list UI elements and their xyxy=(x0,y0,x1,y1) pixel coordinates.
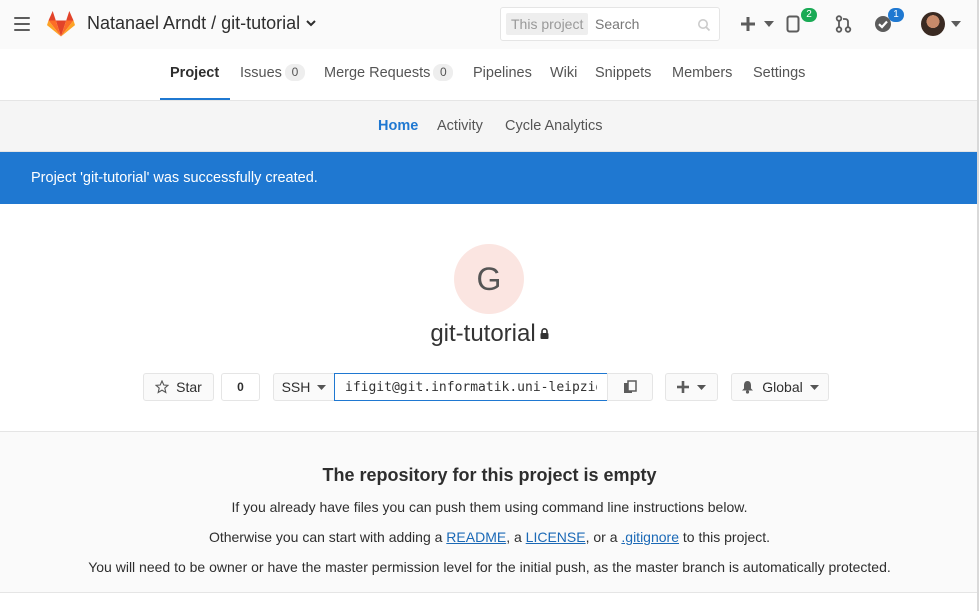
clone-protocol-dropdown[interactable]: SSH xyxy=(273,373,335,401)
star-count[interactable]: 0 xyxy=(221,373,260,401)
merge-requests-count: 0 xyxy=(433,64,454,81)
copy-url-button[interactable] xyxy=(607,373,653,401)
notification-dropdown[interactable]: Global xyxy=(731,373,829,401)
bell-icon xyxy=(742,381,754,394)
chevron-down-icon xyxy=(306,20,316,27)
issues-count: 0 xyxy=(284,64,305,81)
tab-snippets[interactable]: Snippets xyxy=(595,49,651,101)
star-icon xyxy=(155,380,170,394)
tab-issues-label: Issues xyxy=(240,65,282,81)
user-menu[interactable] xyxy=(921,12,961,36)
chevron-down-icon xyxy=(697,384,706,390)
tab-wiki[interactable]: Wiki xyxy=(550,49,577,101)
chevron-down-icon xyxy=(951,21,961,27)
project-nav: Project Issues 0 Merge Requests 0 Pipeline… xyxy=(0,49,979,101)
chevron-down-icon xyxy=(809,384,819,390)
line2-suffix: to this project. xyxy=(678,529,771,545)
hamburger-icon[interactable] xyxy=(14,17,30,31)
star-label: Star xyxy=(176,379,202,395)
tab-project[interactable]: Project xyxy=(170,49,219,101)
star-button[interactable]: Star xyxy=(143,373,214,401)
license-link[interactable]: LICENSE xyxy=(526,529,586,545)
issues-icon xyxy=(786,15,800,33)
project-title-dropdown[interactable]: Natanael Arndt / git-tutorial xyxy=(87,13,316,34)
chevron-down-icon xyxy=(764,21,774,27)
plus-icon xyxy=(741,17,755,31)
readme-link[interactable]: README xyxy=(446,529,506,545)
clone-protocol-label: SSH xyxy=(281,379,311,395)
search-box[interactable]: This project xyxy=(500,7,720,41)
breadcrumb-title: Natanael Arndt / git-tutorial xyxy=(87,13,301,33)
todos-count-badge: 1 xyxy=(888,8,904,22)
flash-notice: Project 'git-tutorial' was successfully … xyxy=(0,152,979,204)
subtab-home[interactable]: Home xyxy=(378,101,418,151)
search-input[interactable] xyxy=(595,13,695,35)
add-file-dropdown[interactable] xyxy=(665,373,718,401)
empty-repo-line-3: You will need to be owner or have the ma… xyxy=(88,559,891,575)
subtab-activity[interactable]: Activity xyxy=(437,101,483,151)
gitlab-logo[interactable] xyxy=(47,10,75,37)
issues-link[interactable]: 2 xyxy=(786,8,817,36)
tab-merge-requests[interactable]: Merge Requests 0 xyxy=(324,49,454,101)
search-scope-badge[interactable]: This project xyxy=(506,13,589,35)
empty-repo-heading: The repository for this project is empty xyxy=(322,465,657,485)
search-icon xyxy=(698,19,711,32)
merge-request-icon xyxy=(835,15,852,33)
tab-merge-requests-label: Merge Requests xyxy=(324,65,431,81)
project-name: git-tutorial xyxy=(430,320,536,347)
lock-icon xyxy=(540,328,549,339)
clipboard-icon xyxy=(624,380,637,393)
top-header: Natanael Arndt / git-tutorial This proje… xyxy=(0,0,979,49)
clone-url-input[interactable] xyxy=(334,373,608,401)
notification-level-label: Global xyxy=(762,379,803,395)
page-bottom xyxy=(0,593,979,611)
project-avatar: G xyxy=(454,244,524,314)
plus-icon xyxy=(677,381,689,393)
new-dropdown[interactable] xyxy=(740,12,774,36)
flash-message: Project 'git-tutorial' was successfully … xyxy=(31,170,318,186)
line2-prefix: Otherwise you can start with adding a xyxy=(208,529,447,545)
empty-repo-panel: The repository for this project is empty… xyxy=(0,431,979,593)
subtab-cycle-analytics[interactable]: Cycle Analytics xyxy=(505,101,603,151)
sub-nav: Home Activity Cycle Analytics xyxy=(0,101,979,152)
todos-link[interactable]: 1 xyxy=(874,8,904,36)
issues-count-badge: 2 xyxy=(801,8,817,22)
tab-settings[interactable]: Settings xyxy=(753,49,805,101)
empty-repo-line-1: If you already have files you can push t… xyxy=(231,499,748,515)
line2-sep-2: , or a xyxy=(585,529,622,545)
tab-issues[interactable]: Issues 0 xyxy=(240,49,305,101)
project-name-heading: git-tutorial xyxy=(0,320,979,348)
tab-members[interactable]: Members xyxy=(672,49,732,101)
empty-repo-line-2: Otherwise you can start with adding a RE… xyxy=(0,529,979,545)
merge-requests-link[interactable] xyxy=(835,12,852,36)
avatar xyxy=(921,12,945,36)
gitignore-link[interactable]: .gitignore xyxy=(621,529,679,545)
chevron-down-icon xyxy=(317,384,327,390)
active-tab-indicator xyxy=(160,98,230,100)
line2-sep-1: , a xyxy=(506,529,526,545)
tab-pipelines[interactable]: Pipelines xyxy=(473,49,532,101)
